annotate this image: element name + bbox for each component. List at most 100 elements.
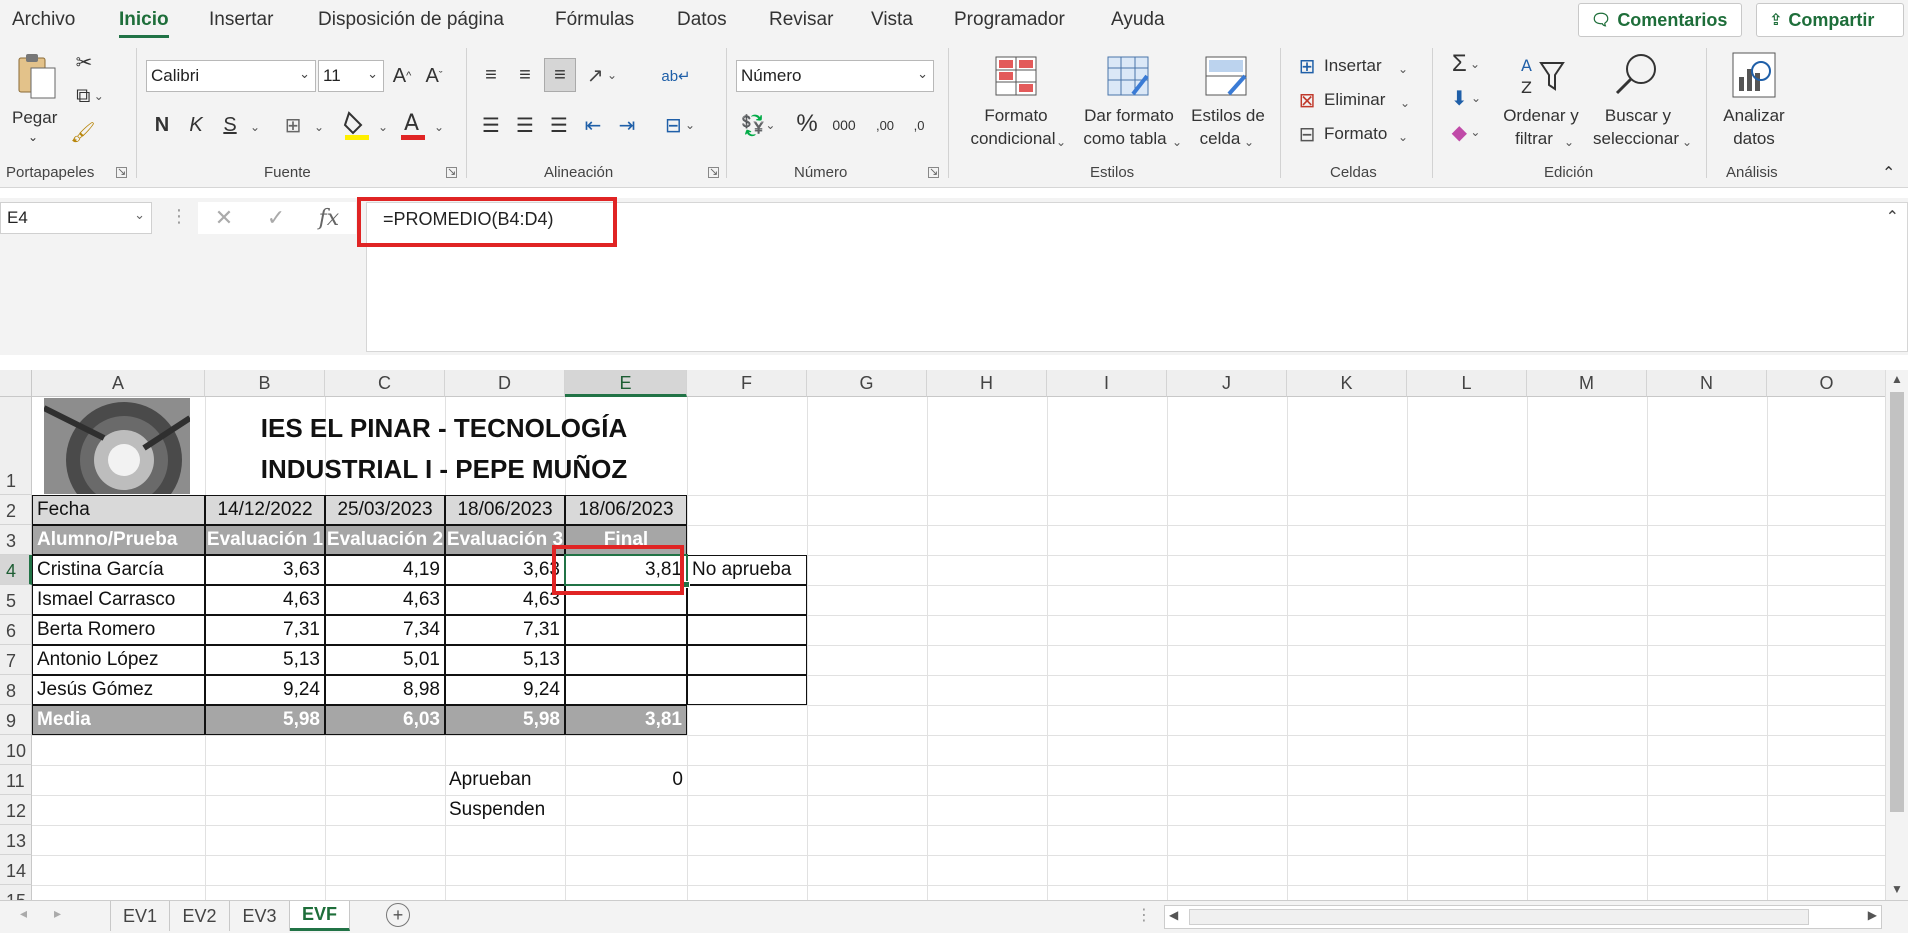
date-cell[interactable]: 25/03/2023: [325, 495, 445, 525]
tab-vista[interactable]: Vista: [871, 9, 913, 31]
average-cell[interactable]: Media: [32, 705, 205, 735]
clear-icon[interactable]: ◆ ⌄: [1446, 118, 1486, 146]
format-cells-label[interactable]: Formato: [1324, 122, 1387, 145]
align-bottom-icon[interactable]: ≡: [544, 58, 576, 92]
row-header-5[interactable]: 5: [0, 585, 32, 615]
next-sheet-icon[interactable]: ▸: [54, 905, 61, 922]
increase-indent-icon[interactable]: ⇥: [614, 110, 640, 140]
collapse-ribbon-icon[interactable]: ⌃: [1882, 162, 1895, 185]
scroll-down-icon[interactable]: ▼: [1891, 882, 1903, 896]
comments-button[interactable]: 🗨 Comentarios: [1578, 3, 1742, 37]
row-header-1[interactable]: 1: [0, 397, 32, 495]
sort-label-1[interactable]: Ordenar y: [1496, 104, 1586, 127]
pass-count-cell[interactable]: 0: [565, 765, 687, 795]
row-header-2[interactable]: 2: [0, 495, 32, 525]
cell-styles-label-2[interactable]: celda: [1190, 127, 1250, 150]
orientation-icon[interactable]: ↗ ⌄: [582, 60, 622, 90]
grade-cell[interactable]: 5,13: [205, 645, 325, 675]
h-scroll-thumb[interactable]: [1189, 909, 1809, 925]
tab-disposicion[interactable]: Disposición de página: [318, 9, 504, 31]
column-header-j[interactable]: J: [1167, 370, 1287, 397]
tab-archivo[interactable]: Archivo: [12, 9, 75, 31]
fail-label-cell[interactable]: Suspenden: [445, 795, 565, 825]
prev-sheet-icon[interactable]: ◂: [20, 905, 27, 922]
increase-decimal-button[interactable]: ,00: [870, 110, 900, 140]
borders-icon[interactable]: ⊞: [278, 110, 308, 140]
column-header-f[interactable]: F: [687, 370, 807, 397]
align-right-icon[interactable]: ☰: [546, 110, 572, 140]
underline-button[interactable]: S: [218, 110, 242, 140]
delete-cells-icon[interactable]: ⊠: [1294, 88, 1320, 112]
grade-cell[interactable]: 7,31: [445, 615, 565, 645]
horizontal-scrollbar[interactable]: ◀ ▶: [1164, 905, 1882, 929]
share-button[interactable]: ⇪ Compartir: [1756, 3, 1904, 37]
collapse-formula-icon[interactable]: ⌃: [1886, 207, 1899, 227]
autosum-icon[interactable]: Σ ⌄: [1446, 50, 1486, 78]
row-header-4[interactable]: 4: [0, 555, 32, 585]
row-header-8[interactable]: 8: [0, 675, 32, 705]
average-cell[interactable]: 5,98: [445, 705, 565, 735]
tab-datos[interactable]: Datos: [677, 9, 727, 31]
font-size-select[interactable]: 11 ⌄: [318, 60, 384, 92]
analyze-data-icon[interactable]: [1730, 50, 1778, 100]
cut-icon[interactable]: ✂: [72, 50, 96, 74]
underline-chevron-icon[interactable]: ⌄: [250, 116, 260, 139]
status-cell[interactable]: [687, 585, 807, 615]
scroll-thumb[interactable]: [1890, 392, 1904, 812]
date-cell[interactable]: 18/06/2023: [445, 495, 565, 525]
number-format-select[interactable]: Número ⌄: [736, 60, 934, 92]
find-select-icon[interactable]: [1612, 50, 1662, 98]
tab-revisar[interactable]: Revisar: [769, 9, 833, 31]
scroll-right-icon[interactable]: ▶: [1868, 908, 1877, 922]
column-header-h[interactable]: H: [927, 370, 1047, 397]
grade-cell[interactable]: 4,63: [205, 585, 325, 615]
grade-cell[interactable]: 5,13: [445, 645, 565, 675]
decrease-decimal-button[interactable]: ,0: [904, 110, 934, 140]
align-top-icon[interactable]: ≡: [478, 60, 504, 90]
find-chevron-icon[interactable]: ⌄: [1682, 131, 1692, 154]
status-cell[interactable]: [687, 645, 807, 675]
number-launcher-icon[interactable]: ↘: [928, 167, 939, 178]
row-header-11[interactable]: 11: [0, 765, 32, 795]
paste-chevron-icon[interactable]: ⌄: [28, 126, 38, 149]
row-header-14[interactable]: 14: [0, 855, 32, 885]
merge-center-icon[interactable]: ⊟ ⌄: [658, 110, 702, 140]
percent-button[interactable]: %: [792, 108, 822, 140]
grade-cell[interactable]: 3,63: [445, 555, 565, 585]
row-header-13[interactable]: 13: [0, 825, 32, 855]
align-center-icon[interactable]: ☰: [512, 110, 538, 140]
cond-format-label-1[interactable]: Formato: [966, 104, 1066, 127]
bold-button[interactable]: N: [150, 110, 174, 140]
column-title-cell[interactable]: Evaluación 3: [445, 525, 565, 555]
final-grade-cell[interactable]: [565, 645, 687, 675]
row-header-10[interactable]: 10: [0, 735, 32, 765]
sheet-tab-ev2[interactable]: EV2: [170, 901, 230, 931]
name-box[interactable]: E4 ⌄: [0, 202, 152, 234]
copy-icon[interactable]: ⧉ ⌄: [70, 84, 110, 108]
insert-cells-label[interactable]: Insertar: [1324, 54, 1382, 77]
cell-styles-icon[interactable]: [1204, 54, 1248, 98]
find-label-2[interactable]: seleccionar: [1586, 127, 1686, 150]
fill-color-icon[interactable]: [342, 108, 372, 142]
status-cell[interactable]: [687, 675, 807, 705]
insert-function-icon[interactable]: fx: [319, 206, 340, 231]
wrap-text-icon[interactable]: ab↵: [661, 60, 690, 92]
tab-inicio[interactable]: Inicio: [119, 9, 169, 38]
sort-label-2[interactable]: filtrar: [1504, 127, 1564, 150]
fill-chevron-icon[interactable]: ⌄: [378, 116, 388, 139]
format-cells-icon[interactable]: ⊟: [1294, 122, 1320, 146]
column-header-b[interactable]: B: [205, 370, 325, 397]
sheet-tab-ev3[interactable]: EV3: [230, 901, 290, 931]
cond-format-label-2[interactable]: condicional: [958, 127, 1068, 150]
grade-cell[interactable]: 7,31: [205, 615, 325, 645]
table-format-chevron-icon[interactable]: ⌄: [1172, 131, 1182, 154]
cond-format-chevron-icon[interactable]: ⌄: [1056, 131, 1066, 154]
pass-label-cell[interactable]: Aprueban: [445, 765, 565, 795]
delete-cells-label[interactable]: Eliminar: [1324, 88, 1385, 111]
column-header-i[interactable]: I: [1047, 370, 1167, 397]
column-title-cell[interactable]: Alumno/Prueba: [32, 525, 205, 555]
font-color-icon[interactable]: A: [398, 108, 428, 142]
cell-styles-label-1[interactable]: Estilos de: [1186, 104, 1270, 127]
table-format-icon[interactable]: [1106, 54, 1150, 98]
grade-cell[interactable]: 9,24: [205, 675, 325, 705]
